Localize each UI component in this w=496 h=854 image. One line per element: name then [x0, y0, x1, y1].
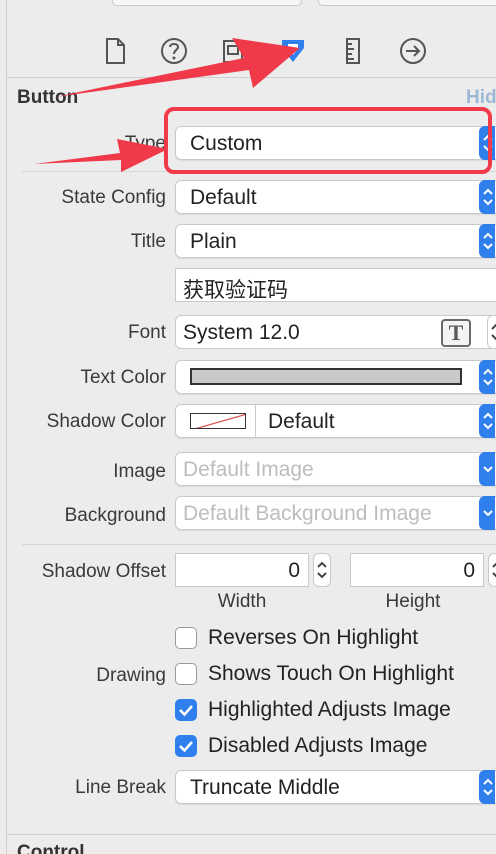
- background-label: Background: [64, 505, 166, 526]
- image-popup-arrow[interactable]: [479, 452, 495, 486]
- highlight-box: [164, 107, 492, 174]
- identity-icon[interactable]: [216, 34, 250, 68]
- shadow-color-label: Shadow Color: [46, 411, 166, 432]
- top-tab-right[interactable]: [318, 0, 496, 6]
- shadow-offset-height-stepper[interactable]: [488, 553, 496, 587]
- text-color-label: Text Color: [80, 367, 166, 388]
- shadow-color-popup[interactable]: Default: [175, 404, 496, 438]
- state-config-label: State Config: [61, 187, 166, 208]
- shadow-color-value: Default: [268, 410, 335, 433]
- shadow-offset-height-value: 0: [463, 559, 475, 582]
- highlighted-adjusts-image-label[interactable]: Highlighted Adjusts Image: [208, 698, 451, 722]
- state-config-arrows[interactable]: [479, 180, 495, 214]
- state-config-popup[interactable]: Default: [175, 180, 496, 214]
- line-break-arrows[interactable]: [479, 770, 495, 804]
- shadow-offset-width-field[interactable]: 0: [175, 553, 309, 587]
- reverses-on-highlight-checkbox[interactable]: [175, 627, 197, 649]
- background-placeholder: Default Background Image: [183, 502, 432, 525]
- highlighted-adjusts-image-checkbox[interactable]: [175, 699, 197, 721]
- reverses-on-highlight-label[interactable]: Reverses On Highlight: [208, 626, 418, 650]
- top-tab-left[interactable]: [112, 0, 302, 6]
- checkmark-icon: [179, 705, 193, 717]
- text-color-swatch: [190, 368, 462, 385]
- text-color-arrows[interactable]: [479, 360, 495, 394]
- line-break-label: Line Break: [75, 777, 166, 798]
- title-value: Plain: [190, 230, 237, 253]
- font-label: Font: [127, 322, 166, 343]
- title-popup[interactable]: Plain: [175, 224, 496, 258]
- disabled-adjusts-image-checkbox[interactable]: [175, 735, 197, 757]
- shadow-offset-height-field[interactable]: 0: [350, 553, 484, 587]
- section-separator: [6, 834, 496, 835]
- shadow-offset-label: Shadow Offset: [41, 561, 166, 582]
- font-value: System 12.0: [183, 321, 300, 344]
- drawing-label: Drawing: [96, 665, 166, 686]
- help-icon[interactable]: [157, 34, 191, 68]
- font-picker-icon[interactable]: T: [441, 319, 471, 347]
- background-popup-arrow[interactable]: [479, 496, 495, 530]
- shadow-offset-width-value: 0: [288, 559, 300, 582]
- shadow-color-arrows[interactable]: [479, 404, 495, 438]
- image-placeholder: Default Image: [183, 458, 314, 481]
- no-color-swatch: [190, 413, 246, 429]
- next-section-title: Control: [17, 842, 85, 854]
- shadow-offset-width-stepper[interactable]: [313, 553, 331, 587]
- disabled-adjusts-image-label[interactable]: Disabled Adjusts Image: [208, 734, 427, 758]
- font-field[interactable]: System 12.0 T: [175, 315, 496, 349]
- font-size-stepper[interactable]: [487, 315, 496, 349]
- shows-touch-checkbox[interactable]: [175, 663, 197, 685]
- width-caption: Width: [217, 591, 267, 612]
- toolbar-separator: [6, 77, 496, 78]
- title-text-field[interactable]: 获取验证码: [175, 268, 496, 302]
- image-popup[interactable]: Default Image: [175, 452, 496, 486]
- line-break-value: Truncate Middle: [190, 776, 340, 799]
- title-arrows[interactable]: [479, 224, 495, 258]
- size-ruler-icon[interactable]: [336, 34, 370, 68]
- title-label: Title: [130, 231, 166, 252]
- height-caption: Height: [385, 591, 441, 612]
- shows-touch-label[interactable]: Shows Touch On Highlight: [208, 662, 454, 686]
- image-separator: [22, 544, 496, 545]
- checkmark-icon: [179, 741, 193, 753]
- image-label: Image: [113, 461, 166, 482]
- section-hint[interactable]: Hid: [466, 87, 496, 109]
- shadow-color-swatch-well[interactable]: [176, 405, 256, 437]
- connections-icon[interactable]: [396, 34, 430, 68]
- state-config-value: Default: [190, 186, 257, 209]
- line-break-popup[interactable]: Truncate Middle: [175, 770, 496, 804]
- background-popup[interactable]: Default Background Image: [175, 496, 496, 530]
- section-title: Button: [17, 87, 79, 108]
- title-text-value: 获取验证码: [183, 279, 288, 302]
- text-color-popup[interactable]: [175, 360, 496, 394]
- file-icon[interactable]: [98, 34, 132, 68]
- attributes-icon[interactable]: [276, 34, 310, 68]
- type-label: Type: [124, 133, 166, 154]
